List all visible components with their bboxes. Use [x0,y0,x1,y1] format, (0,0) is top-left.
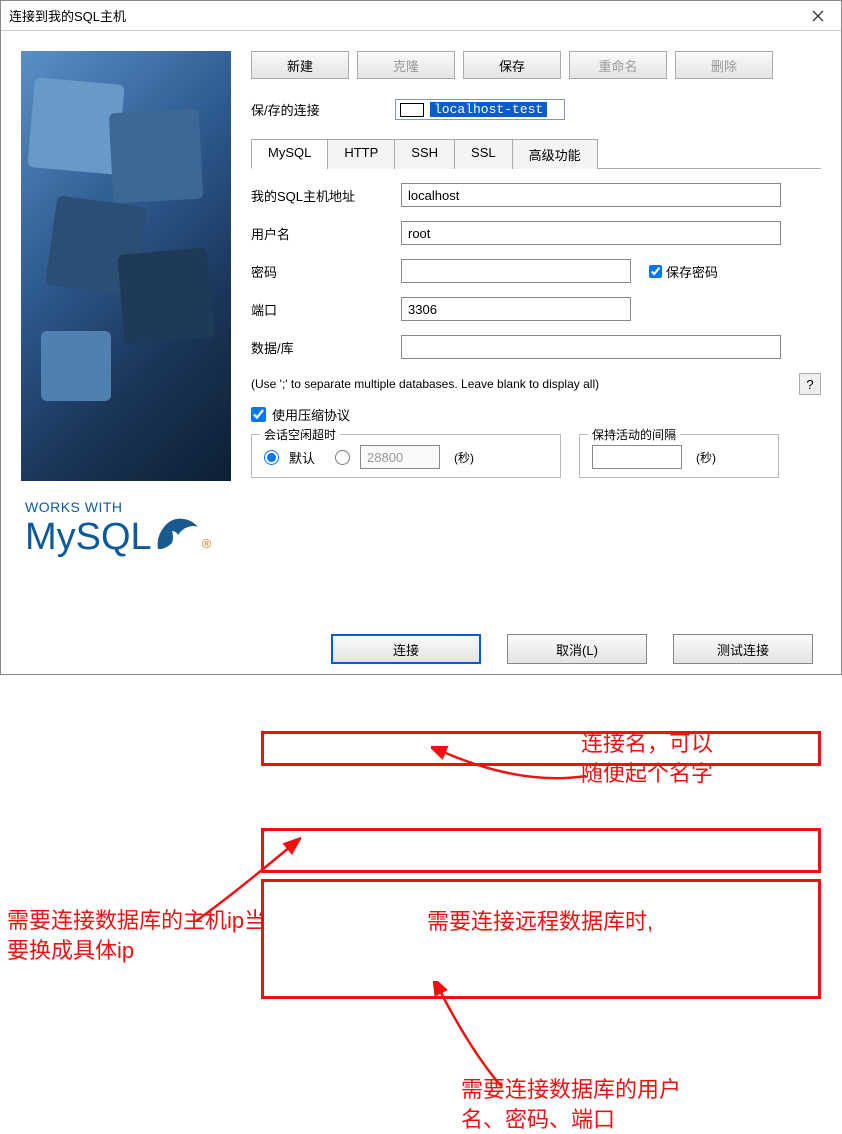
connection-color-box [400,103,424,117]
compress-label: 使用压缩协议 [272,405,350,424]
window-title: 连接到我的SQL主机 [9,6,795,25]
new-button[interactable]: 新建 [251,51,349,79]
keepalive-legend: 保持活动的间隔 [588,426,680,443]
port-row: 端口 [251,297,821,321]
keepalive-input[interactable] [592,445,682,469]
tab-ssh[interactable]: SSH [394,139,455,169]
keepalive-fieldset: 保持活动的间隔 (秒) [579,434,779,478]
sidebar-image [21,51,231,481]
main-panel: 新建 克隆 保存 重命名 删除 保/存的连接 localhost-test My… [251,51,821,611]
anno-remote: 需要连接远程数据库时, [427,907,653,937]
help-button[interactable]: ? [799,373,821,395]
anno-host-ip: 需要连接数据库的主机ip当 要换成具体ip [7,906,266,965]
close-icon [812,10,824,22]
password-input[interactable] [401,259,631,283]
database-row: 数据/库 [251,335,821,359]
saved-connection-select[interactable]: localhost-test [395,99,565,120]
anno-box-credentials [261,879,821,999]
database-hint-row: (Use ';' to separate multiple databases.… [251,373,821,395]
user-input[interactable] [401,221,781,245]
arrow-icon [431,981,531,1091]
user-label: 用户名 [251,224,401,243]
port-label: 端口 [251,300,401,319]
tab-http[interactable]: HTTP [327,139,395,169]
titlebar: 连接到我的SQL主机 [1,1,841,31]
saved-connection-name: localhost-test [430,102,547,117]
port-input[interactable] [401,297,631,321]
mysql-text: MySQL [25,516,152,559]
close-button[interactable] [795,1,841,31]
clone-button[interactable]: 克隆 [357,51,455,79]
cancel-button[interactable]: 取消(L) [507,634,647,664]
database-label: 数据/库 [251,338,401,357]
host-row: 我的SQL主机地址 [251,183,821,207]
works-with-block: WORKS WITH MySQL ® [21,491,231,567]
dialog-body: WORKS WITH MySQL ® 新建 克隆 保存 重命名 删除 保/存 [1,31,841,621]
save-password-label: 保存密码 [666,262,718,281]
host-input[interactable] [401,183,781,207]
compress-checkbox[interactable] [251,407,266,422]
puzzle-icon [41,331,111,401]
dolphin-icon [154,513,202,553]
save-password-checkbox[interactable] [649,265,662,278]
database-hint: (Use ';' to separate multiple databases.… [251,377,599,391]
host-label: 我的SQL主机地址 [251,186,401,205]
anno-box-host [261,828,821,873]
anno-user-note: 需要连接数据库的用户 名、密码、端口 [461,1075,681,1134]
dialog-window: 连接到我的SQL主机 WORKS WITH MySQL ® [0,0,842,675]
connect-button[interactable]: 连接 [331,634,481,664]
delete-button[interactable]: 删除 [675,51,773,79]
registered-mark: ® [202,536,212,551]
keepalive-unit: (秒) [696,449,716,466]
sidebar: WORKS WITH MySQL ® [21,51,231,611]
idle-custom-radio[interactable] [335,450,350,465]
tab-advanced[interactable]: 高级功能 [512,139,598,169]
test-connection-button[interactable]: 测试连接 [673,634,813,664]
idle-default-label: 默认 [289,448,315,467]
compress-option[interactable]: 使用压缩协议 [251,405,821,424]
save-button[interactable]: 保存 [463,51,561,79]
anno-box-saved [261,731,821,766]
user-row: 用户名 [251,221,821,245]
arrow-icon [191,836,301,926]
tab-mysql[interactable]: MySQL [251,139,328,169]
idle-timeout-fieldset: 会话空闲超时 默认 (秒) [251,434,561,478]
save-password-option[interactable]: 保存密码 [649,262,718,281]
idle-custom-input [360,445,440,469]
idle-unit: (秒) [454,449,474,466]
saved-connection-row: 保/存的连接 localhost-test [251,99,821,120]
timeout-row: 会话空闲超时 默认 (秒) 保持活动的间隔 (秒) [251,434,821,478]
password-row: 密码 保存密码 [251,259,821,283]
puzzle-icon [109,109,204,204]
anno-conn-name: 连接名，可以 随便起个名字 [581,729,713,788]
idle-timeout-legend: 会话空闲超时 [260,426,340,443]
arrow-icon [431,746,591,801]
tabs: MySQL HTTP SSH SSL 高级功能 [251,138,821,169]
tab-ssl[interactable]: SSL [454,139,513,169]
mysql-logo: MySQL ® [25,513,227,559]
toolbar: 新建 克隆 保存 重命名 删除 [251,51,821,79]
saved-connection-label: 保/存的连接 [251,100,381,119]
puzzle-icon [117,247,215,345]
database-input[interactable] [401,335,781,359]
idle-default-radio[interactable] [264,450,279,465]
footer: 连接 取消(L) 测试连接 [1,624,841,674]
rename-button[interactable]: 重命名 [569,51,667,79]
password-label: 密码 [251,262,401,281]
